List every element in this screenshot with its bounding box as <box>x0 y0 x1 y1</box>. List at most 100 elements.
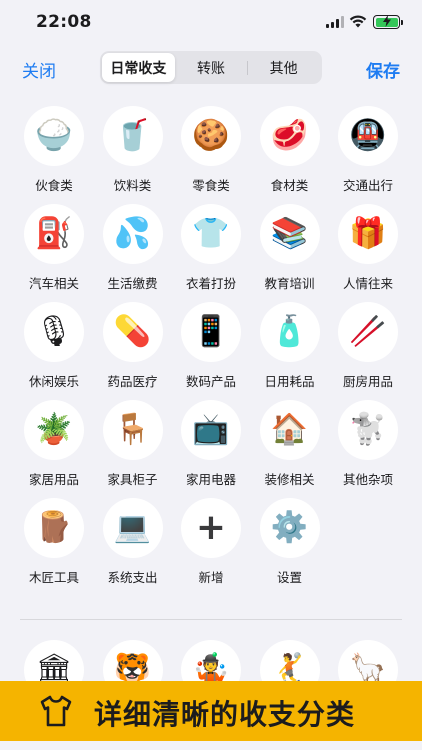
category-label: 生活缴费 <box>107 276 158 291</box>
t-shirt-icon <box>40 695 72 727</box>
chopsticks-icon-glyph: 🥢 <box>349 314 387 349</box>
drink-cup-icon-glyph: 🥤 <box>113 118 152 153</box>
poodle-icon-glyph: 🐩 <box>349 412 387 447</box>
laptop-icon: 💻 <box>102 498 163 558</box>
category-item[interactable]: 🍚 伙食类 <box>15 106 93 198</box>
category-item[interactable]: 📺 家用电器 <box>172 400 250 492</box>
category-label: 家具柜子 <box>107 472 158 487</box>
shirt-icon-glyph: 👕 <box>192 216 230 251</box>
gift-icon-glyph: 🎁 <box>349 216 387 251</box>
pill-icon: 💊 <box>102 302 163 362</box>
category-item[interactable]: + 新增 <box>172 498 250 590</box>
promo-banner: 详细清晰的收支分类 <box>0 681 422 741</box>
category-item[interactable]: 🪵 木匠工具 <box>15 498 93 590</box>
category-item[interactable]: ⛽ 汽车相关 <box>15 204 93 296</box>
plus-icon-glyph: + <box>195 507 227 548</box>
house-icon-glyph: 🏠 <box>270 412 309 447</box>
rice-bowl-icon: 🍚 <box>24 106 84 166</box>
category-label: 设置 <box>276 570 302 585</box>
shirt-icon: 👕 <box>181 204 241 264</box>
close-button[interactable]: 关闭 <box>22 57 56 82</box>
wood-logs-icon-glyph: 🪵 <box>35 510 73 545</box>
category-item[interactable]: 🪑 家具柜子 <box>94 400 172 492</box>
category-label: 其他杂项 <box>342 472 393 487</box>
segmented-control: 日常收支 转账 其他 <box>100 51 322 84</box>
tab-transfer[interactable]: 转账 <box>175 53 248 82</box>
category-item[interactable]: 🍪 零食类 <box>172 106 250 198</box>
status-time: 22:08 <box>36 12 92 32</box>
section-divider <box>20 619 402 620</box>
category-label: 家居用品 <box>28 472 79 487</box>
cellular-signal-icon <box>326 16 344 28</box>
fuel-pump-icon-glyph: ⛽ <box>35 216 73 251</box>
status-bar: 22:08 <box>0 0 422 44</box>
category-label: 伙食类 <box>35 178 73 193</box>
water-drops-icon-glyph: 💦 <box>113 216 152 251</box>
category-item[interactable]: 💻 系统支出 <box>94 498 172 590</box>
tab-other-label: 其他 <box>269 60 298 77</box>
drink-cup-icon: 🥤 <box>102 106 163 166</box>
category-label: 新增 <box>198 570 224 585</box>
category-item[interactable]: 💦 生活缴费 <box>94 204 172 296</box>
category-item[interactable]: 🥩 食材类 <box>251 106 329 198</box>
category-label: 饮料类 <box>113 178 152 193</box>
cookie-icon-glyph: 🍪 <box>192 118 230 153</box>
television-icon-glyph: 📺 <box>192 412 230 447</box>
category-label: 数码产品 <box>185 374 236 389</box>
gift-icon: 🎁 <box>338 204 398 264</box>
water-drops-icon: 💦 <box>102 204 163 264</box>
lotion-bottle-icon: 🧴 <box>259 302 320 362</box>
category-item[interactable]: 🎁 人情往来 <box>329 204 407 296</box>
category-item[interactable]: 🏠 装修相关 <box>251 400 329 492</box>
category-label: 药品医疗 <box>107 374 158 389</box>
charging-bolt-icon <box>383 15 391 27</box>
segment-divider <box>247 61 249 75</box>
phone-icon: 📱 <box>181 302 241 362</box>
metro-icon-glyph: 🚇 <box>349 118 387 153</box>
category-item[interactable]: 📱 数码产品 <box>172 302 250 394</box>
category-label: 休闲娱乐 <box>28 374 79 389</box>
wifi-icon <box>349 15 367 28</box>
save-button[interactable]: 保存 <box>366 57 400 82</box>
category-item[interactable]: 🧴 日用耗品 <box>251 302 329 394</box>
poodle-icon: 🐩 <box>338 400 398 460</box>
lotion-bottle-icon-glyph: 🧴 <box>270 314 309 349</box>
laptop-icon-glyph: 💻 <box>113 510 152 545</box>
battery-icon <box>373 15 403 29</box>
category-item[interactable]: 🐩 其他杂项 <box>329 400 407 492</box>
tab-other[interactable]: 其他 <box>247 53 320 82</box>
chair-icon: 🪑 <box>102 400 163 460</box>
category-item[interactable]: ⚙️ 设置 <box>251 498 329 590</box>
category-item[interactable]: 🚇 交通出行 <box>329 106 407 198</box>
television-icon: 📺 <box>181 400 241 460</box>
phone-icon-glyph: 📱 <box>192 314 230 349</box>
category-item[interactable]: 🥢 厨房用品 <box>329 302 407 394</box>
category-label: 食材类 <box>270 178 309 193</box>
tab-daily[interactable]: 日常收支 <box>102 53 175 82</box>
category-label: 零食类 <box>192 178 230 193</box>
category-label: 木匠工具 <box>28 570 79 585</box>
tab-transfer-label: 转账 <box>197 60 225 77</box>
category-label: 人情往来 <box>342 276 393 291</box>
category-label: 日用耗品 <box>264 374 315 389</box>
category-item[interactable]: 🪴 家居用品 <box>15 400 93 492</box>
category-label: 系统支出 <box>107 570 158 585</box>
microphone-icon-glyph: 🎙 <box>34 314 74 349</box>
chopsticks-icon: 🥢 <box>338 302 398 362</box>
category-item[interactable]: 💊 药品医疗 <box>94 302 172 394</box>
potted-plant-icon: 🪴 <box>24 400 84 460</box>
category-label: 交通出行 <box>342 178 393 193</box>
category-item[interactable]: 👕 衣着打扮 <box>172 204 250 296</box>
fuel-pump-icon: ⛽ <box>24 204 84 264</box>
category-item[interactable]: 📚 教育培训 <box>251 204 329 296</box>
category-label: 衣着打扮 <box>185 276 236 291</box>
microphone-icon: 🎙 <box>24 302 84 362</box>
chair-icon-glyph: 🪑 <box>113 412 152 447</box>
category-item[interactable]: 🥤 饮料类 <box>94 106 172 198</box>
category-label: 厨房用品 <box>342 374 393 389</box>
category-label: 家用电器 <box>185 472 236 487</box>
cookie-icon: 🍪 <box>181 106 241 166</box>
category-label: 装修相关 <box>264 472 315 487</box>
category-item[interactable]: 🎙 休闲娱乐 <box>15 302 93 394</box>
house-icon: 🏠 <box>259 400 320 460</box>
